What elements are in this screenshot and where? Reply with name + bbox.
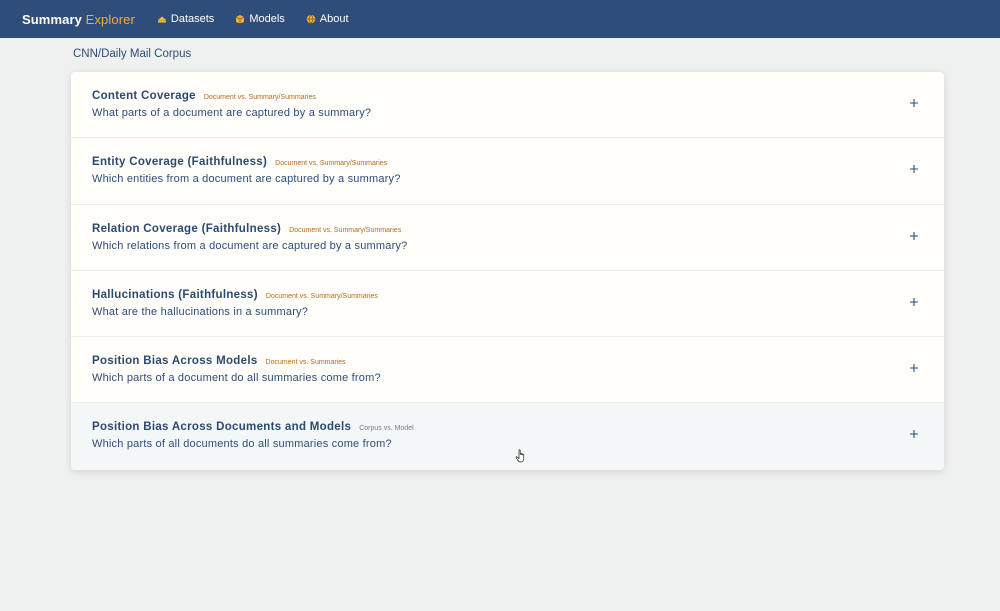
section-subtitle: Which parts of a document do all summari… [92, 372, 381, 385]
accordion-item-relation-coverage[interactable]: Relation Coverage (Faithfulness) Documen… [71, 205, 944, 271]
nav-item-about[interactable]: About [306, 13, 349, 25]
section-title: Hallucinations (Faithfulness) [92, 288, 258, 301]
brand-logo[interactable]: Summary Explorer [22, 12, 135, 27]
section-title: Entity Coverage (Faithfulness) [92, 156, 268, 169]
section-tag: Document vs. Summary/Summaries [275, 160, 388, 168]
nav-label-datasets: Datasets [170, 13, 215, 25]
section-subtitle: What are the hallucinations in a summary… [92, 305, 309, 318]
brand-main: Summary [22, 11, 82, 27]
section-tag: Document vs. Summary/Summaries [289, 226, 402, 234]
expand-plus-icon[interactable] [908, 97, 920, 109]
expand-plus-icon[interactable] [908, 296, 920, 308]
section-title: Position Bias Across Models [92, 355, 258, 368]
section-title: Position Bias Across Documents and Model… [92, 421, 352, 434]
expand-plus-icon[interactable] [908, 230, 920, 242]
section-title: Relation Coverage (Faithfulness) [92, 222, 282, 235]
accordion-item-hallucinations[interactable]: Hallucinations (Faithfulness) Document v… [71, 271, 944, 338]
hand-pointer-icon [515, 449, 527, 463]
accordion-item-entity-coverage[interactable]: Entity Coverage (Faithfulness) Document … [71, 138, 944, 205]
globe-icon [306, 14, 316, 24]
corpus-title: CNN/Daily Mail Corpus [73, 48, 192, 60]
nav-item-models[interactable]: Models [235, 13, 285, 25]
section-subtitle: What parts of a document are captured by… [92, 107, 372, 119]
accordion-item-position-bias-models[interactable]: Position Bias Across Models Document vs.… [71, 337, 944, 404]
expand-plus-icon[interactable] [908, 163, 920, 175]
section-tag: Document vs. Summaries [265, 359, 346, 367]
section-subtitle: Which entities from a document are captu… [92, 173, 401, 186]
expand-plus-icon[interactable] [908, 362, 920, 374]
brand-accent: Explorer [85, 11, 135, 27]
section-title: Content Coverage [92, 90, 196, 102]
nav-label-about: About [319, 13, 349, 25]
nav-label-models: Models [249, 13, 285, 25]
navbar: Summary Explorer Datasets Models About [0, 0, 1000, 38]
accordion-item-position-bias-documents[interactable]: Position Bias Across Documents and Model… [71, 403, 944, 470]
nav-item-datasets[interactable]: Datasets [157, 13, 214, 25]
expand-plus-icon[interactable] [908, 428, 920, 440]
section-tag: Document vs. Summary/Summaries [203, 94, 316, 101]
cube-icon [235, 14, 245, 24]
section-subtitle: Which parts of all documents do all summ… [92, 438, 392, 451]
section-subtitle: Which relations from a document are capt… [92, 239, 408, 252]
stack-icon [157, 14, 167, 24]
section-tag: Corpus vs. Model [359, 425, 414, 433]
accordion-item-content-coverage[interactable]: Content Coverage Document vs. Summary/Su… [71, 72, 944, 139]
analysis-accordion: Content Coverage Document vs. Summary/Su… [71, 72, 944, 470]
section-tag: Document vs. Summary/Summaries [265, 292, 378, 300]
